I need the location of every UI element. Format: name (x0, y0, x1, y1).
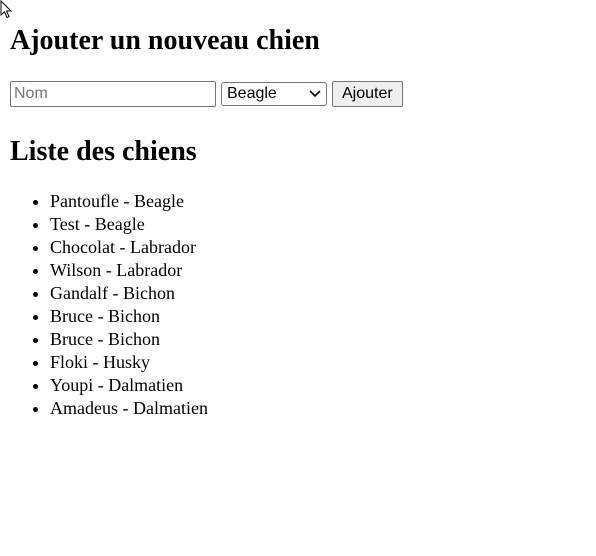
list-item: Pantoufle - Beagle (50, 190, 586, 213)
list-item: Floki - Husky (50, 351, 586, 374)
chevron-down-icon (309, 90, 321, 97)
add-dog-heading: Ajouter un nouveau chien (10, 25, 320, 56)
breed-select-value: Beagle (227, 85, 277, 102)
add-button[interactable]: Ajouter (332, 81, 403, 107)
dog-list-heading: Liste des chiens (10, 136, 197, 167)
list-item: Bruce - Bichon (50, 328, 586, 351)
page-content: Ajouter un nouveau chien Beagle Ajouter … (10, 0, 586, 420)
list-item: Test - Beagle (50, 213, 586, 236)
dog-list: Pantoufle - Beagle Test - Beagle Chocola… (10, 190, 586, 420)
list-item: Amadeus - Dalmatien (50, 397, 586, 420)
list-item: Wilson - Labrador (50, 259, 586, 282)
name-input[interactable] (10, 81, 216, 107)
add-dog-form: Beagle Ajouter (10, 80, 586, 108)
list-item: Chocolat - Labrador (50, 236, 586, 259)
list-item: Youpi - Dalmatien (50, 374, 586, 397)
breed-select[interactable]: Beagle (221, 82, 327, 106)
list-item: Bruce - Bichon (50, 305, 586, 328)
list-item: Gandalf - Bichon (50, 282, 586, 305)
